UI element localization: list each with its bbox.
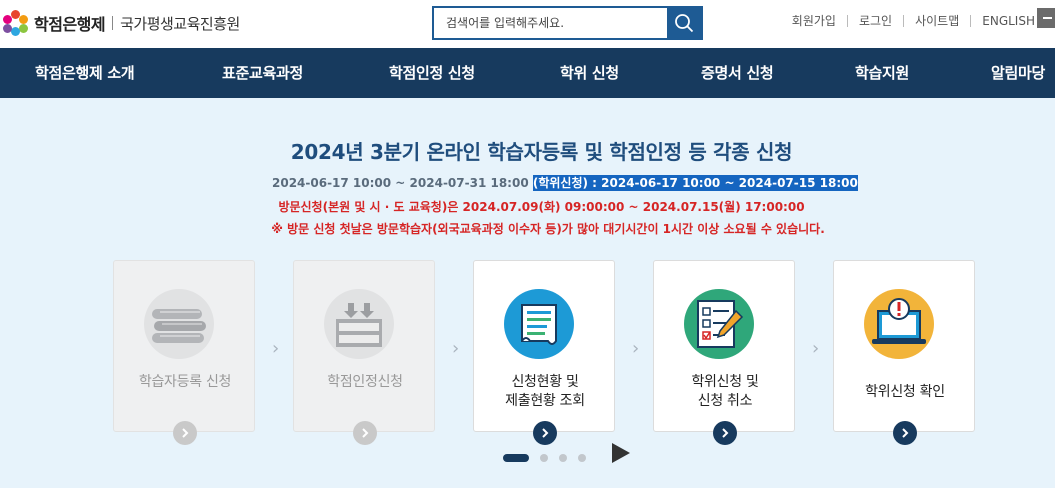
card-degree-application[interactable]: 학위신청 및 신청 취소 xyxy=(653,260,795,445)
card-label-line2: 제출현황 조회 xyxy=(505,393,585,409)
visit-warning: ※ 방문 신청 첫날은 방문학습자(외국교육과정 이수자 등)가 많아 대기시간… xyxy=(271,222,825,236)
chevron-right-icon[interactable] xyxy=(533,421,557,445)
nav-item-certificate[interactable]: 증명서 신청 xyxy=(701,48,774,98)
logo-sub-text: 국가평생교육진흥원 xyxy=(120,14,240,33)
chevron-right-icon[interactable] xyxy=(353,421,377,445)
laptop-alert-icon xyxy=(864,289,934,359)
search-input[interactable] xyxy=(434,8,667,38)
card-label: 학습자등록 신청 xyxy=(138,374,232,390)
site-header: 학점은행제 국가평생교육진흥원 회원가입 로그인 사이트맵 ENGLISH xyxy=(0,0,1055,48)
chevron-right-icon[interactable] xyxy=(713,421,737,445)
search-icon xyxy=(675,14,694,33)
nav-item-curriculum[interactable]: 표준교육과정 xyxy=(222,48,303,98)
util-divider xyxy=(903,14,905,27)
search-button[interactable] xyxy=(667,8,701,38)
notice-banner: 2024년 3분기 온라인 학습자등록 및 학점인정 등 각종 신청 2024-… xyxy=(0,98,1055,488)
collapse-menu-button[interactable] xyxy=(1037,8,1055,28)
utility-links: 회원가입 로그인 사이트맵 ENGLISH xyxy=(792,12,1035,29)
card-credit-recognition[interactable]: 학점인정신청 xyxy=(293,260,435,445)
card-label: 학점인정신청 xyxy=(327,374,403,390)
notice-title: 2024년 3분기 온라인 학습자등록 및 학점인정 등 각종 신청 xyxy=(290,140,793,164)
slider-dot[interactable] xyxy=(503,454,529,462)
period-text: 2024-06-17 10:00 ~ 2024-07-31 18:00 xyxy=(272,176,533,190)
nav-item-degree[interactable]: 학위 신청 xyxy=(560,48,619,98)
card-learner-registration[interactable]: 학습자등록 신청 xyxy=(113,260,255,445)
degree-period-highlight: (학위신청) : 2024-06-17 10:00 ~ 2024-07-15 1… xyxy=(532,175,858,191)
nav-item-notice[interactable]: 알림마당 xyxy=(991,48,1045,98)
util-divider xyxy=(846,14,848,27)
flower-logo-icon xyxy=(2,10,28,36)
document-scroll-icon xyxy=(504,289,574,359)
search-bar xyxy=(432,6,703,40)
card-label-line1: 신청현황 및 xyxy=(511,374,579,390)
nav-item-learning-support[interactable]: 학습지원 xyxy=(855,48,909,98)
slider-dot[interactable] xyxy=(540,454,548,462)
site-logo[interactable]: 학점은행제 국가평생교육진흥원 xyxy=(2,8,240,38)
chevron-right-icon[interactable] xyxy=(893,421,917,445)
nav-item-credit-recognition[interactable]: 학점인정 신청 xyxy=(389,48,475,98)
visit-period: 방문신청(본원 및 시 · 도 교육청)은 2024.07.09(화) 09:0… xyxy=(278,200,805,214)
card-label-line1: 학위신청 및 xyxy=(691,374,759,390)
inbox-tray-icon xyxy=(324,289,394,359)
slider-pagination xyxy=(503,454,597,462)
application-period: 2024-06-17 10:00 ~ 2024-07-31 18:00 (학위신… xyxy=(272,174,858,191)
slider-dot[interactable] xyxy=(559,454,567,462)
slider-dot[interactable] xyxy=(578,454,586,462)
books-icon xyxy=(144,289,214,359)
play-icon[interactable] xyxy=(612,443,630,463)
card-degree-confirmation[interactable]: 학위신청 확인 xyxy=(833,260,975,445)
step-arrow-icon: › xyxy=(632,338,640,359)
step-arrow-icon: › xyxy=(452,338,460,359)
logo-divider xyxy=(112,16,114,30)
card-label: 학위신청 확인 xyxy=(865,384,945,400)
step-arrow-icon: › xyxy=(272,338,280,359)
signup-link[interactable]: 회원가입 xyxy=(792,12,836,29)
main-navigation: 학점은행제 소개 표준교육과정 학점인정 신청 학위 신청 증명서 신청 학습지… xyxy=(0,48,1055,98)
sitemap-link[interactable]: 사이트맵 xyxy=(915,12,959,29)
chevron-right-icon[interactable] xyxy=(173,421,197,445)
util-divider xyxy=(970,14,972,27)
login-link[interactable]: 로그인 xyxy=(859,12,892,29)
checklist-pencil-icon xyxy=(684,289,754,359)
logo-main-text: 학점은행제 xyxy=(34,15,106,34)
card-application-status[interactable]: 신청현황 및 제출현황 조회 xyxy=(473,260,615,445)
card-label-line2: 신청 취소 xyxy=(697,393,753,409)
english-link[interactable]: ENGLISH xyxy=(982,14,1035,28)
step-arrow-icon: › xyxy=(812,338,820,359)
nav-item-about[interactable]: 학점은행제 소개 xyxy=(35,48,135,98)
